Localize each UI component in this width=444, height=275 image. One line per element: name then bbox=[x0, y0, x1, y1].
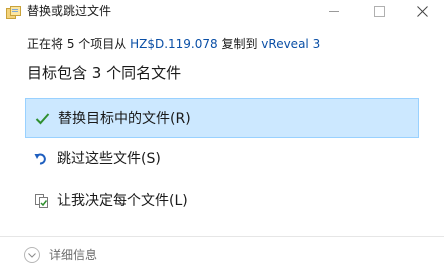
copy-status-middle: 复制到 bbox=[217, 37, 262, 51]
maximize-icon bbox=[373, 5, 385, 17]
chevron-down-icon bbox=[24, 247, 40, 263]
close-button[interactable] bbox=[404, 0, 440, 22]
destination-folder-link[interactable]: vReveal 3 bbox=[261, 37, 320, 51]
details-toggle[interactable]: 详细信息 bbox=[24, 247, 97, 263]
copy-status-line: 正在将 5 个项目从 HZ$D.119.078 复制到 vReveal 3 bbox=[27, 36, 320, 52]
skip-files-option[interactable]: 跳过这些文件(S) bbox=[25, 139, 419, 179]
title-bar[interactable]: 替换或跳过文件 bbox=[0, 0, 444, 22]
copy-status-prefix: 正在将 5 个项目从 bbox=[27, 37, 131, 51]
minimize-button[interactable] bbox=[316, 0, 352, 22]
window-title: 替换或跳过文件 bbox=[27, 4, 112, 18]
skip-files-label: 跳过这些文件(S) bbox=[57, 151, 161, 167]
checkmark-icon bbox=[35, 111, 50, 126]
source-folder-link[interactable]: HZ$D.119.078 bbox=[130, 37, 218, 51]
footer-divider bbox=[0, 236, 444, 237]
decide-each-file-label: 让我决定每个文件(L) bbox=[57, 193, 188, 209]
replace-files-label: 替换目标中的文件(R) bbox=[58, 111, 191, 127]
decide-files-icon bbox=[34, 193, 49, 208]
minimize-icon bbox=[329, 10, 339, 12]
close-icon bbox=[416, 2, 428, 21]
replace-files-option[interactable]: 替换目标中的文件(R) bbox=[25, 98, 419, 138]
skip-arrow-icon bbox=[34, 151, 49, 166]
details-label: 详细信息 bbox=[49, 248, 98, 262]
copy-files-icon bbox=[6, 4, 21, 19]
conflict-heading: 目标包含 3 个同名文件 bbox=[27, 64, 182, 82]
maximize-button[interactable] bbox=[361, 0, 397, 22]
decide-each-file-option[interactable]: 让我决定每个文件(L) bbox=[25, 181, 419, 221]
